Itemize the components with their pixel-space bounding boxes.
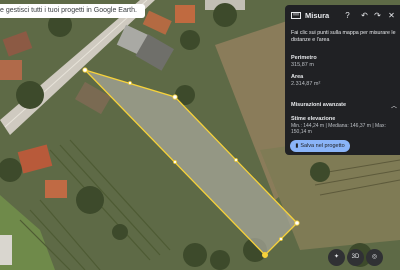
elevation-label: Stime elevazione xyxy=(291,116,336,122)
panel-header: Misura ? ↶ ↷ ✕ xyxy=(285,5,400,27)
perimeter-label: Perimetro xyxy=(291,55,317,61)
measure-panel: Misura ? ↶ ↷ ✕ Fai clic sui punti sulla … xyxy=(285,5,400,155)
advanced-measurements-toggle[interactable]: Misurazioni avanzate xyxy=(291,102,346,108)
my-location-icon[interactable]: ◎ xyxy=(366,249,383,266)
undo-icon[interactable]: ↶ xyxy=(359,10,370,21)
help-icon[interactable]: ? xyxy=(342,10,353,21)
area-label: Area xyxy=(291,74,304,80)
info-banner: e gestisci tutti i tuoi progetti in Goog… xyxy=(0,4,145,18)
chevron-up-icon[interactable]: ︿ xyxy=(391,101,397,110)
perimeter-value: 315,87 m xyxy=(291,62,314,68)
save-to-project-button[interactable]: ▮ Salva nel progetto xyxy=(290,140,350,152)
panel-description: Fai clic sui punti sulla mappa per misur… xyxy=(291,30,396,43)
bookmark-icon: ▮ xyxy=(295,143,299,149)
panel-title: Misura xyxy=(305,11,330,20)
view-3d-button[interactable]: 3D xyxy=(347,249,364,266)
close-icon[interactable]: ✕ xyxy=(386,10,397,21)
ruler-icon xyxy=(291,12,301,19)
elevation-values: Min.: 144,24 m | Mediana: 146,37 m | Max… xyxy=(291,123,386,135)
save-button-label: Salva nel progetto xyxy=(300,143,345,149)
redo-icon[interactable]: ↷ xyxy=(372,10,383,21)
compass-icon[interactable]: ✦ xyxy=(328,249,345,266)
area-value: 2.314,87 m² xyxy=(291,81,321,87)
